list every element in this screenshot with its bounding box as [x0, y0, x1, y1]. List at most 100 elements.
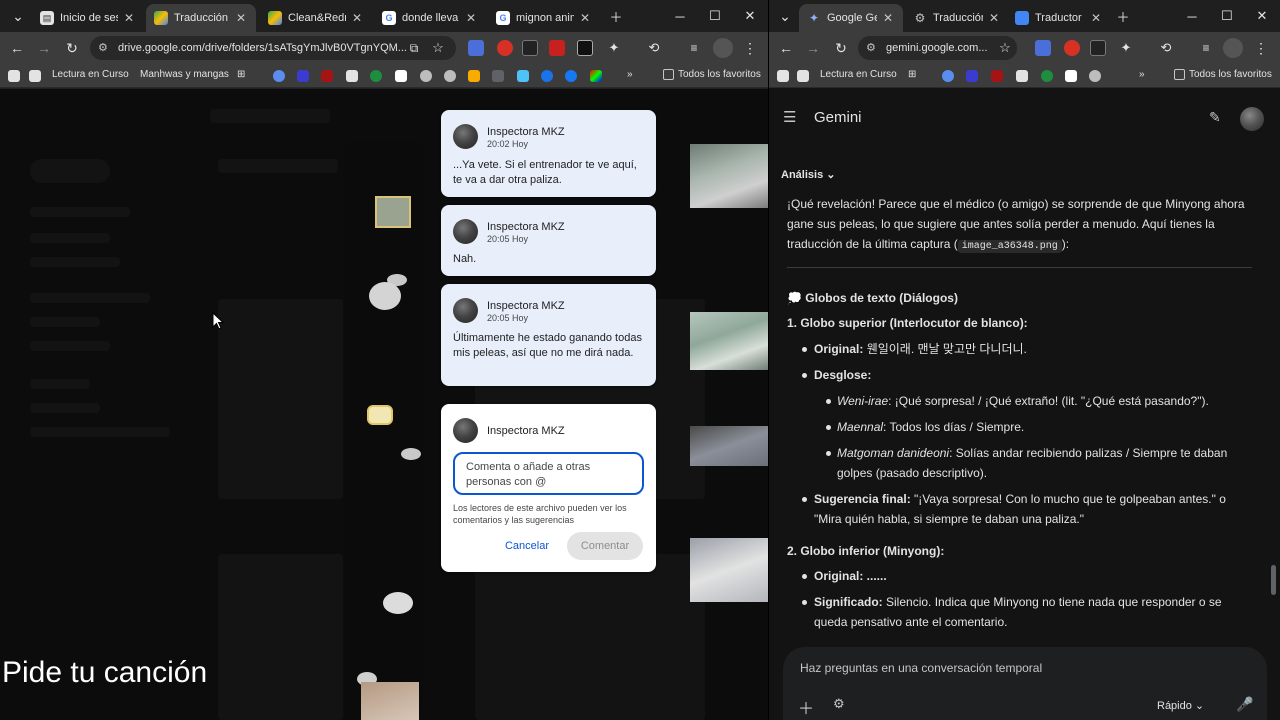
apps-grid-icon[interactable]: ⊞: [908, 69, 916, 80]
tab-donde-lleva[interactable]: G donde lleva ac ✕: [374, 4, 486, 32]
close-icon[interactable]: ✕: [578, 11, 592, 25]
bookmark-icon[interactable]: [395, 70, 407, 82]
minimize-button[interactable]: ─: [1174, 0, 1210, 32]
tab-traductor[interactable]: Traductor de ✕: [1007, 4, 1111, 32]
bookmark-icon[interactable]: [297, 70, 309, 82]
close-icon[interactable]: ✕: [350, 11, 364, 25]
comment-input[interactable]: Comenta o añade a otras personas con @: [453, 452, 644, 495]
tab-inicio[interactable]: ▤ Inicio de sesión ✕: [32, 4, 144, 32]
new-tab-button[interactable]: ＋: [598, 0, 634, 32]
close-icon[interactable]: ✕: [1089, 11, 1103, 25]
bookmark-icon[interactable]: [1065, 70, 1077, 82]
avatar[interactable]: [1240, 107, 1264, 131]
extension-icon[interactable]: [497, 40, 513, 56]
bookmark-icon[interactable]: [444, 70, 456, 82]
forward-button[interactable]: →: [32, 36, 56, 60]
all-bookmarks[interactable]: Todos los favoritos: [663, 69, 761, 80]
bookmark-icon[interactable]: [777, 70, 789, 82]
all-bookmarks[interactable]: Todos los favoritos: [1174, 69, 1272, 80]
reload-button[interactable]: ↻: [60, 36, 84, 60]
microphone-icon[interactable]: 🎤: [1236, 696, 1253, 713]
close-window-button[interactable]: ✕: [1244, 0, 1280, 32]
comment-card[interactable]: Inspectora MKZ 20:05 Hoy Nah.: [441, 205, 656, 276]
apps-grid-icon[interactable]: ⊞: [237, 69, 245, 80]
tab-mignon[interactable]: G mignon anima ✕: [488, 4, 600, 32]
tab-clean-redraw[interactable]: Clean&Redraw ✕: [260, 4, 372, 32]
bookmark-icon[interactable]: [8, 70, 20, 82]
comment-card[interactable]: Inspectora MKZ 20:05 Hoy Últimamente he …: [441, 284, 656, 386]
bookmark-star-icon[interactable]: ☆: [993, 36, 1017, 60]
model-mode-selector[interactable]: Rápido ⌄: [1157, 699, 1204, 712]
extension-icon[interactable]: [577, 40, 593, 56]
bookmark-icon[interactable]: [541, 70, 553, 82]
extensions-puzzle-icon[interactable]: ✦: [602, 36, 626, 60]
add-icon[interactable]: ＋: [798, 695, 814, 719]
bookmark-icon[interactable]: [1089, 70, 1101, 82]
bookmark-icon[interactable]: [468, 70, 480, 82]
close-icon[interactable]: ✕: [234, 11, 248, 25]
bookmark-icon[interactable]: [321, 70, 333, 82]
analysis-toggle[interactable]: Análisis ⌄: [781, 165, 835, 185]
bookmark-lectura-en-curso[interactable]: Lectura en Curso: [52, 69, 129, 80]
maximize-button[interactable]: ☐: [1209, 0, 1245, 32]
bookmark-manhwas[interactable]: Manhwas y mangas: [140, 69, 229, 80]
extension-icon[interactable]: [549, 40, 565, 56]
close-icon[interactable]: ✕: [464, 11, 478, 25]
more-bookmarks-chevron[interactable]: »: [1139, 69, 1145, 80]
bookmark-star-icon[interactable]: ☆: [426, 36, 450, 60]
bookmark-icon[interactable]: [966, 70, 978, 82]
media-control-icon[interactable]: ≡: [1194, 36, 1218, 60]
history-icon[interactable]: ⟲: [642, 36, 666, 60]
bookmark-icon[interactable]: [1016, 70, 1028, 82]
tools-icon[interactable]: ⚙: [833, 696, 845, 712]
extension-icon[interactable]: [1035, 40, 1051, 56]
tab-traduccion-drive[interactable]: Traducción - Google Drive ✕: [146, 4, 256, 32]
back-button[interactable]: ←: [5, 36, 29, 60]
maximize-button[interactable]: ☐: [697, 0, 733, 32]
bookmark-icon[interactable]: [492, 70, 504, 82]
comment-card[interactable]: Inspectora MKZ 20:02 Hoy ...Ya vete. Si …: [441, 110, 656, 197]
history-icon[interactable]: ⟲: [1154, 36, 1178, 60]
bookmark-icon[interactable]: [370, 70, 382, 82]
facebook-icon[interactable]: [565, 70, 577, 82]
hamburger-menu-icon[interactable]: ☰: [783, 108, 803, 128]
tab-search-button[interactable]: ⌄: [6, 4, 30, 28]
install-app-icon[interactable]: ⧉: [402, 36, 426, 60]
bookmark-icon[interactable]: [273, 70, 285, 82]
bookmark-icon[interactable]: [517, 70, 529, 82]
new-tab-button[interactable]: ＋: [1105, 0, 1141, 32]
more-bookmarks-chevron[interactable]: »: [627, 69, 633, 80]
profile-avatar[interactable]: [1223, 38, 1243, 58]
bookmark-icon[interactable]: [29, 70, 41, 82]
forward-button[interactable]: →: [801, 36, 825, 60]
extension-icon[interactable]: [522, 40, 538, 56]
extension-icon[interactable]: [468, 40, 484, 56]
bookmark-icon[interactable]: [991, 70, 1003, 82]
reload-button[interactable]: ↻: [829, 36, 853, 60]
extensions-puzzle-icon[interactable]: ✦: [1114, 36, 1138, 60]
close-window-button[interactable]: ✕: [732, 0, 768, 32]
close-icon[interactable]: ✕: [881, 11, 895, 25]
bookmark-icon[interactable]: [346, 70, 358, 82]
tab-gemini[interactable]: ✦ Google Gemini ✕: [799, 4, 903, 32]
bookmark-icon[interactable]: [797, 70, 809, 82]
submit-comment-button[interactable]: Comentar: [567, 532, 643, 560]
bookmark-lectura-en-curso[interactable]: Lectura en Curso: [820, 69, 897, 80]
site-info-icon[interactable]: ⚙: [866, 41, 876, 54]
prompt-input[interactable]: Haz preguntas en una conversación tempor…: [800, 661, 1042, 675]
back-button[interactable]: ←: [774, 36, 798, 60]
tab-traduccion[interactable]: ⚙ Traducción de ✕: [905, 4, 1009, 32]
bookmark-icon[interactable]: [420, 70, 432, 82]
bookmark-icon[interactable]: [1041, 70, 1053, 82]
cancel-button[interactable]: Cancelar: [497, 534, 557, 558]
extension-icon[interactable]: [1090, 40, 1106, 56]
new-chat-icon[interactable]: ✎: [1209, 109, 1221, 126]
minimize-button[interactable]: ─: [662, 0, 698, 32]
bookmark-icon[interactable]: [590, 70, 602, 82]
extension-icon[interactable]: [1064, 40, 1080, 56]
browser-menu-icon[interactable]: ⋮: [1249, 36, 1273, 60]
close-icon[interactable]: ✕: [987, 11, 1001, 25]
media-control-icon[interactable]: ≡: [682, 36, 706, 60]
site-info-icon[interactable]: ⚙: [98, 41, 108, 54]
close-icon[interactable]: ✕: [122, 11, 136, 25]
